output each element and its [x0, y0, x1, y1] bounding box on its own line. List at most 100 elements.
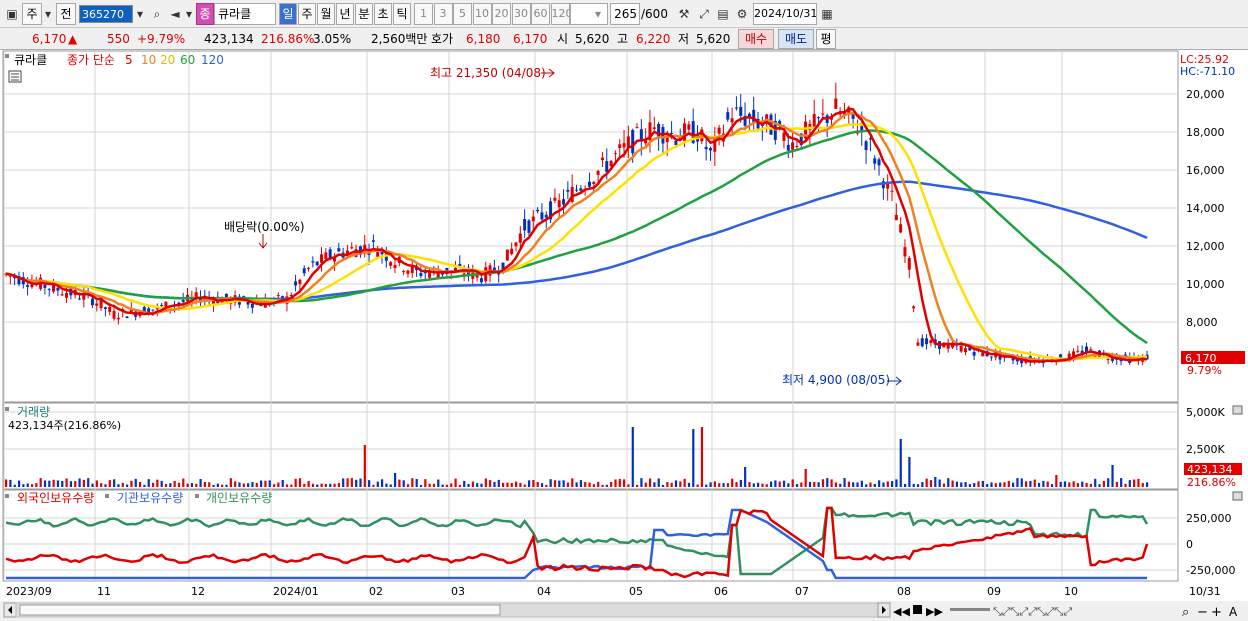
volume-bar [813, 481, 816, 487]
volume-bar [290, 484, 293, 487]
minute-interval-button[interactable]: 1 [414, 3, 433, 25]
volume-bar [398, 479, 401, 487]
volume-bar [350, 478, 353, 487]
volume-bar [718, 483, 721, 487]
minute-interval-button[interactable]: 60 [531, 3, 550, 25]
volume-bar [216, 483, 219, 487]
search-icon[interactable]: ⌕ [148, 3, 166, 25]
volume-bar [238, 482, 241, 487]
window-menu-icon[interactable]: ▣ [3, 3, 21, 25]
code-dropdown-icon[interactable]: ▾ [133, 3, 147, 25]
volume-bar [147, 479, 150, 487]
volume-bar [925, 478, 928, 487]
volume-bar [700, 427, 704, 487]
price-candle [1089, 349, 1093, 351]
speaker-icon[interactable]: ◄ [166, 3, 184, 25]
volume-bar [886, 481, 889, 487]
gear-icon[interactable]: ⚙ [733, 3, 751, 25]
price-candle [1106, 358, 1110, 360]
market-type-select[interactable]: 주 [22, 3, 42, 25]
volume-bar [372, 484, 375, 487]
font-size-icon[interactable]: A [1229, 605, 1238, 619]
period-tab[interactable]: 틱 [393, 3, 411, 25]
rewind-icon[interactable]: ◀◀ [893, 605, 910, 618]
minute-custom-select[interactable]: ▾ [570, 3, 608, 25]
sell-button[interactable]: 매도 [778, 29, 814, 49]
volume-bar [333, 483, 336, 487]
price-candle [929, 340, 933, 344]
zoom-search-icon[interactable]: ⌕ [1182, 605, 1189, 620]
volume-bar [964, 482, 967, 487]
volume-bar [303, 483, 306, 487]
buy-button[interactable]: 매수 [738, 29, 774, 49]
period-tab[interactable]: 주 [298, 3, 316, 25]
period-tab[interactable]: 일 [279, 3, 297, 25]
price-candle [635, 127, 639, 129]
panel-close-icon[interactable] [1232, 405, 1243, 415]
chevron-down-icon[interactable]: ▾ [42, 3, 54, 25]
prev-button[interactable]: 전 [56, 3, 76, 25]
price-candle [903, 247, 907, 257]
scrollbar-thumb[interactable] [19, 604, 501, 616]
calendar-icon[interactable]: ▦ [818, 3, 836, 25]
price-change: 550 [107, 32, 130, 46]
stop-icon[interactable] [913, 605, 922, 614]
drawing-tools-icon[interactable]: ⤡⤢⤡⤢⤢⤡⤢⤡⤢ [993, 605, 1072, 618]
volume-bar [955, 481, 959, 487]
price-candle [791, 142, 795, 150]
volume-bar [1072, 481, 1075, 487]
volume-bar [56, 480, 60, 487]
zoom-in-icon[interactable]: + [1211, 605, 1222, 620]
zoom-out-icon[interactable]: − [1197, 605, 1208, 620]
fast-forward-icon[interactable]: ▶▶ [926, 605, 943, 618]
panel-close-icon[interactable] [1232, 491, 1243, 501]
volume-bar [631, 427, 634, 487]
price-candle [514, 242, 518, 247]
volume-bar [696, 484, 699, 487]
date-axis-label: 10 [1064, 585, 1078, 598]
minute-interval-button[interactable]: 10 [472, 3, 492, 25]
volume-bar [847, 481, 850, 487]
price-candle [393, 264, 397, 268]
volume-bar [908, 457, 911, 487]
price-candle [972, 351, 976, 356]
period-tab[interactable]: 년 [336, 3, 354, 25]
volume-bar [389, 484, 392, 487]
date-input[interactable]: 2024/10/31 [753, 3, 817, 25]
volume-bar [143, 484, 146, 487]
price-candle [920, 338, 924, 347]
minute-interval-button[interactable]: 120 [550, 3, 570, 25]
volume-bar [247, 483, 250, 487]
volume-bar [1128, 480, 1131, 487]
volume-bar [1024, 481, 1028, 487]
minute-interval-button[interactable]: 20 [492, 3, 511, 25]
price-candle [26, 285, 30, 287]
minute-interval-button[interactable]: 5 [453, 3, 472, 25]
period-tab[interactable]: 분 [355, 3, 373, 25]
eval-button[interactable]: 평 [816, 29, 836, 49]
volume-bar [346, 478, 349, 487]
period-tab[interactable]: 초 [374, 3, 392, 25]
stock-code-input[interactable] [79, 5, 133, 23]
zoom-slider[interactable] [950, 608, 990, 611]
save-icon[interactable]: ▤ [714, 3, 732, 25]
volume-bar [891, 481, 894, 487]
volume-bar [579, 480, 583, 487]
data-count-input[interactable]: 265 [610, 3, 640, 25]
minute-interval-button[interactable]: 3 [433, 3, 453, 25]
up-triangle-icon: ▲ [68, 32, 78, 46]
volume-tick-label: 2,500K [1186, 443, 1225, 456]
volume-bar [87, 478, 90, 487]
volume-bar [687, 482, 691, 487]
volume-bar [78, 478, 81, 487]
stock-name-field[interactable]: 큐라클 [214, 3, 276, 25]
price-candle [605, 161, 609, 172]
chevron-down-icon[interactable]: ▾ [183, 3, 195, 25]
volume-bar [43, 480, 47, 487]
minute-interval-button[interactable]: 30 [511, 3, 531, 25]
chart-tools-icon[interactable]: ⚒ [675, 3, 693, 25]
line-tool-icon[interactable]: ⤢ [695, 3, 713, 25]
period-tab[interactable]: 월 [317, 3, 335, 25]
price-candle [553, 197, 557, 201]
volume-bar [281, 479, 284, 487]
